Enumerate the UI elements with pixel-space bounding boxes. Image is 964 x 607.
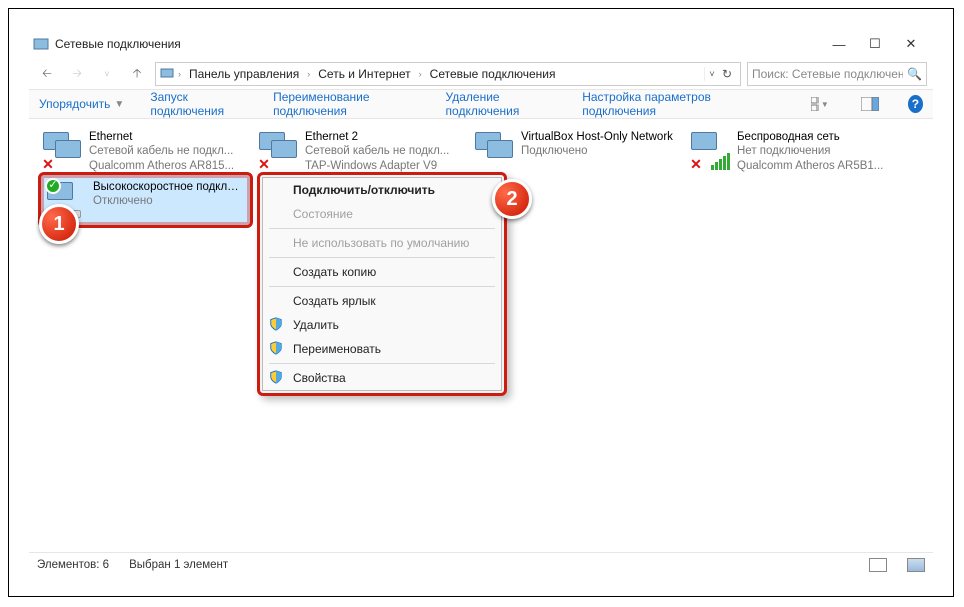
shield-icon — [269, 341, 285, 357]
crumb-sep: › — [178, 69, 181, 79]
tiles-view-button[interactable] — [907, 558, 925, 572]
disconnected-icon: ✕ — [257, 158, 271, 172]
connection-status: Сетевой кабель не подкл... — [305, 144, 467, 158]
refresh-button[interactable]: ˅ ↻ — [704, 67, 736, 81]
connection-status: Сетевой кабель не подкл... — [89, 144, 251, 158]
disconnected-icon: ✕ — [41, 158, 55, 172]
ctx-properties[interactable]: Свойства — [263, 366, 501, 390]
ctx-connect-disconnect[interactable]: Подключить/отключить — [263, 178, 501, 202]
titlebar[interactable]: Сетевые подключения — ☐ ✕ — [29, 29, 933, 59]
ctx-rename[interactable]: Переименовать — [263, 337, 501, 361]
screenshot-frame: Сетевые подключения — ☐ ✕ 🡠 🡢 ˅ 🡡 › Пане… — [8, 8, 954, 597]
ctx-separator — [269, 228, 495, 229]
status-bar: Элементов: 6 Выбран 1 элемент — [29, 552, 933, 576]
shield-icon — [269, 317, 285, 333]
ctx-create-copy[interactable]: Создать копию — [263, 260, 501, 284]
connection-name: Ethernet 2 — [305, 130, 467, 144]
check-icon: ✓ — [45, 178, 61, 194]
close-button[interactable]: ✕ — [893, 30, 929, 58]
ctx-separator — [269, 257, 495, 258]
help-button[interactable]: ? — [908, 95, 923, 113]
address-icon — [160, 66, 174, 83]
ctx-status: Состояние — [263, 202, 501, 226]
ctx-separator — [269, 363, 495, 364]
crumb-2[interactable]: Сетевые подключения — [426, 67, 560, 81]
connection-name: Высокоскоростное подключение — [93, 180, 244, 194]
annotation-marker-1: 1 — [39, 204, 79, 244]
connection-settings-button[interactable]: Настройка параметров подключения — [582, 90, 756, 118]
nav-bar: 🡠 🡢 ˅ 🡡 › Панель управления › Сеть и Инт… — [29, 59, 933, 89]
ctx-delete[interactable]: Удалить — [263, 313, 501, 337]
disconnected-icon: ✕ — [689, 158, 703, 172]
address-bar[interactable]: › Панель управления › Сеть и Интернет › … — [155, 62, 741, 86]
command-bar: Упорядочить▼ Запуск подключения Переимен… — [29, 89, 933, 119]
window-title: Сетевые подключения — [55, 37, 821, 51]
rename-connection-button[interactable]: Переименование подключения — [273, 90, 419, 118]
connection-status: Подключено — [521, 144, 683, 158]
wifi-icon — [711, 153, 730, 170]
ctx-create-shortcut[interactable]: Создать ярлык — [263, 289, 501, 313]
connection-item[interactable]: VirtualBox Host-Only Network Подключено — [471, 127, 687, 175]
annotation-marker-2: 2 — [492, 179, 532, 219]
maximize-button[interactable]: ☐ — [857, 30, 893, 58]
shield-icon — [269, 370, 285, 386]
organize-menu[interactable]: Упорядочить▼ — [39, 97, 124, 111]
connection-name: Ethernet — [89, 130, 251, 144]
context-menu: Подключить/отключить Состояние Не исполь… — [257, 172, 507, 396]
selection-count: Выбран 1 элемент — [129, 559, 228, 571]
connection-item[interactable]: ✕ Ethernet Сетевой кабель не подкл... Qu… — [39, 127, 255, 175]
crumb-0[interactable]: Панель управления — [185, 67, 303, 81]
search-icon: 🔍 — [907, 67, 922, 81]
item-count: Элементов: 6 — [37, 559, 109, 571]
crumb-1[interactable]: Сеть и Интернет — [314, 67, 414, 81]
connection-name: VirtualBox Host-Only Network — [521, 130, 683, 144]
ctx-no-default: Не использовать по умолчанию — [263, 231, 501, 255]
connection-status: Отключено — [93, 194, 244, 208]
connection-device: TAP-Windows Adapter V9 — [305, 159, 467, 173]
ctx-separator — [269, 286, 495, 287]
window-icon — [33, 36, 49, 52]
crumb-sep: › — [419, 69, 422, 79]
search-input[interactable]: Поиск: Сетевые подключения 🔍 — [747, 62, 927, 86]
connection-item[interactable]: ✕ Ethernet 2 Сетевой кабель не подкл... … — [255, 127, 471, 175]
forward-button[interactable]: 🡢 — [65, 62, 89, 86]
start-connection-button[interactable]: Запуск подключения — [150, 90, 247, 118]
connection-device: Qualcomm Atheros AR5B1... — [737, 159, 899, 173]
connection-status: Нет подключения — [737, 144, 899, 158]
recent-dropdown[interactable]: ˅ — [95, 62, 119, 86]
view-options-button[interactable]: ▼ — [808, 95, 832, 113]
up-button[interactable]: 🡡 — [125, 62, 149, 86]
preview-pane-button[interactable] — [858, 95, 882, 113]
connection-name: Беспроводная сеть — [737, 130, 899, 144]
crumb-sep: › — [307, 69, 310, 79]
back-button[interactable]: 🡠 — [35, 62, 59, 86]
delete-connection-button[interactable]: Удаление подключения — [446, 90, 557, 118]
connection-item[interactable]: ✕ Беспроводная сеть Нет подключения Qual… — [687, 127, 903, 175]
details-view-button[interactable] — [869, 558, 887, 572]
minimize-button[interactable]: — — [821, 30, 857, 58]
connection-device: Qualcomm Atheros AR815... — [89, 159, 251, 173]
search-placeholder: Поиск: Сетевые подключения — [752, 67, 903, 81]
